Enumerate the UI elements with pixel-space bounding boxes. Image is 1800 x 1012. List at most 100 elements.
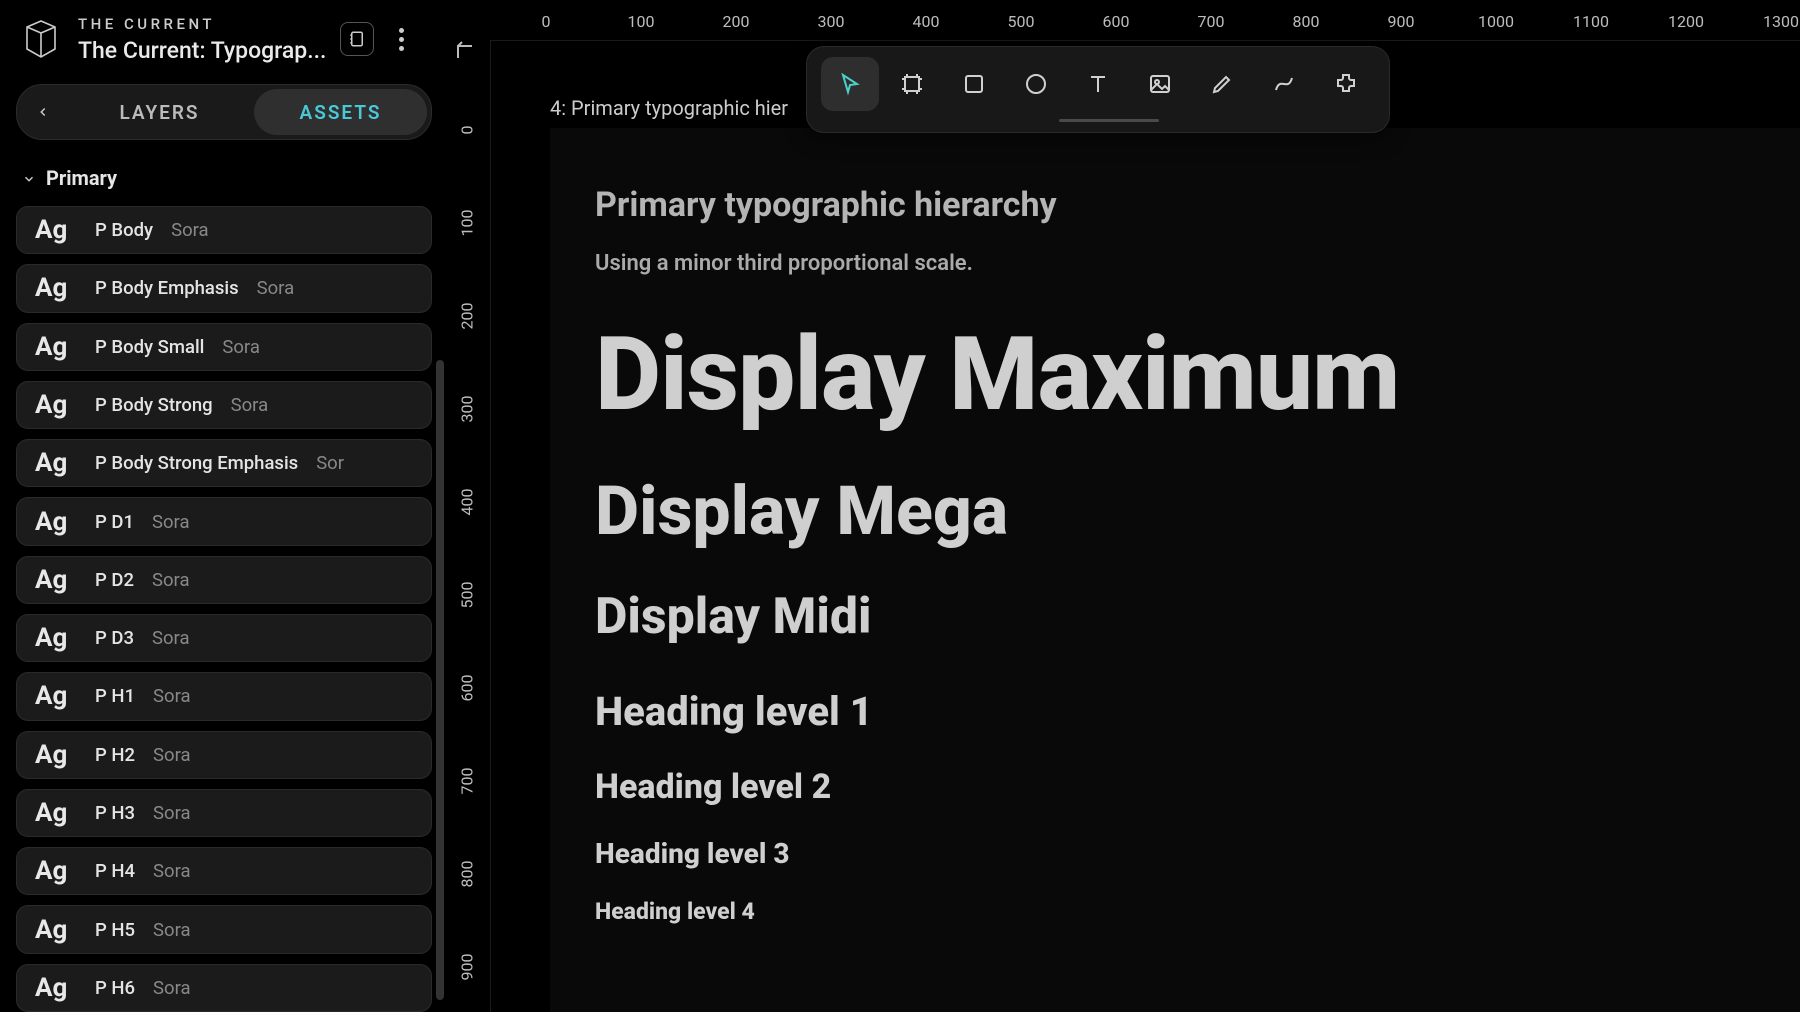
project-name: THE CURRENT: [78, 15, 326, 33]
asset-group-header[interactable]: Primary: [16, 158, 432, 206]
asset-name: P D2: [95, 569, 134, 591]
asset-item[interactable]: AgP Body Strong EmphasisSor: [16, 439, 432, 487]
asset-glyph: Ag: [35, 273, 79, 303]
sidebar-scrollbar[interactable]: [436, 360, 444, 1000]
sidebar-back-button[interactable]: [21, 90, 65, 134]
chevron-down-icon: [22, 171, 36, 185]
ruler-tick: 400: [458, 487, 477, 517]
more-menu-button[interactable]: [384, 22, 418, 56]
ruler-tick: 900: [1388, 12, 1415, 31]
more-icon: [399, 28, 404, 51]
asset-item[interactable]: AgP BodySora: [16, 206, 432, 254]
asset-font: Sora: [171, 219, 209, 241]
sidebar: LAYERS ASSETS Primary Ag P Body Sora Ag P Bo…: [16, 84, 432, 1012]
tool-pointer[interactable]: [821, 57, 879, 111]
ruler-tick: 1000: [1478, 12, 1514, 31]
asset-item[interactable]: Ag P H2 Sora: [16, 731, 432, 779]
tool-ellipse[interactable]: [1007, 57, 1065, 111]
toolbar-indicator: [821, 119, 1375, 122]
asset-glyph: Ag: [35, 681, 79, 711]
asset-item[interactable]: AgP H3Sora: [16, 789, 432, 837]
ruler-tick: 400: [913, 12, 940, 31]
ruler-tick: 300: [818, 12, 845, 31]
toolbar: [806, 46, 1390, 133]
ruler-tick: 600: [458, 673, 477, 703]
sample-display-maximum: Display Maximum: [595, 322, 1756, 426]
tool-plugin[interactable]: [1317, 57, 1375, 111]
asset-font: Sora: [153, 744, 191, 766]
tool-pencil[interactable]: [1193, 57, 1251, 111]
asset-glyph: Ag: [35, 507, 79, 537]
asset-name: P Body Strong: [95, 394, 213, 416]
asset-glyph: Ag: [35, 390, 79, 420]
app-header: THE CURRENT The Current: Typograp...: [0, 0, 434, 78]
asset-item[interactable]: Ag P D3 Sora: [16, 614, 432, 662]
ruler-tick: 1200: [1668, 12, 1704, 31]
asset-item[interactable]: AgP H4Sora: [16, 847, 432, 895]
asset-item[interactable]: AgP H6Sora: [16, 964, 432, 1012]
tool-curve[interactable]: [1255, 57, 1313, 111]
asset-glyph: Ag: [35, 623, 79, 653]
ruler-tick: 1300: [1763, 12, 1799, 31]
ruler-tick: 500: [1008, 12, 1035, 31]
asset-name: P H1: [95, 685, 135, 707]
sample-h1: Heading level 1: [595, 688, 1756, 735]
asset-item[interactable]: Ag P H1 Sora: [16, 672, 432, 720]
asset-item[interactable]: Ag P Body Strong Sora: [16, 381, 432, 429]
asset-item[interactable]: AgP Body EmphasisSora: [16, 264, 432, 312]
tool-image[interactable]: [1131, 57, 1189, 111]
artboard[interactable]: Primary typographic hierarchy Using a mi…: [550, 128, 1800, 1012]
document-name[interactable]: The Current: Typograp...: [78, 37, 326, 64]
asset-glyph: Ag: [35, 856, 79, 886]
asset-font: Sora: [152, 627, 190, 649]
ruler-tick: 800: [458, 859, 477, 889]
ruler-tick: 200: [723, 12, 750, 31]
asset-name: P Body Strong Emphasis: [95, 452, 298, 474]
artboard-label[interactable]: 4: Primary typographic hier: [550, 96, 788, 120]
ruler-tick: 700: [1198, 12, 1225, 31]
tab-assets[interactable]: ASSETS: [254, 89, 427, 135]
sample-display-mega: Display Mega: [595, 476, 1756, 547]
asset-glyph: Ag: [35, 565, 79, 595]
asset-name: P Body Emphasis: [95, 277, 239, 299]
asset-glyph: Ag: [35, 740, 79, 770]
sample-h3: Heading level 3: [595, 837, 1756, 870]
asset-name: P Body Small: [95, 336, 204, 358]
asset-name: P D3: [95, 627, 134, 649]
ruler-tick: 600: [1103, 12, 1130, 31]
ruler-tick: 1100: [1573, 12, 1609, 31]
asset-font: Sora: [152, 569, 190, 591]
tool-text[interactable]: [1069, 57, 1127, 111]
asset-item[interactable]: AgP Body SmallSora: [16, 323, 432, 371]
asset-name: P H2: [95, 744, 135, 766]
tab-layers[interactable]: LAYERS: [73, 89, 246, 135]
asset-font: Sora: [153, 685, 191, 707]
artboard-subtitle: Using a minor third proportional scale.: [595, 251, 1756, 276]
asset-font: Sora: [153, 977, 191, 999]
ruler-origin-icon[interactable]: [454, 40, 478, 64]
tool-frame[interactable]: [883, 57, 941, 111]
ruler-horizontal[interactable]: 0100200300400500600700800900100011001200…: [490, 0, 1800, 40]
ruler-vertical[interactable]: 0100200300400500600700800900: [448, 40, 488, 1012]
asset-glyph: Ag: [35, 332, 79, 362]
notebook-button[interactable]: [340, 22, 374, 56]
ruler-tick: 0: [542, 12, 551, 31]
asset-glyph: Ag: [35, 915, 79, 945]
ruler-tick: 500: [458, 580, 477, 610]
asset-item[interactable]: Ag P D2 Sora: [16, 556, 432, 604]
asset-name: P Body: [95, 219, 153, 241]
sample-h4: Heading level 4: [595, 898, 1756, 925]
sample-display-midi: Display Midi: [595, 591, 1756, 644]
asset-glyph: Ag: [35, 973, 79, 1003]
ruler-tick: 100: [628, 12, 655, 31]
asset-glyph: Ag: [35, 798, 79, 828]
asset-item[interactable]: AgP H5Sora: [16, 905, 432, 953]
asset-font: Sora: [153, 802, 191, 824]
ruler-tick: 700: [458, 766, 477, 796]
asset-item[interactable]: AgP D1Sora: [16, 497, 432, 545]
asset-font: Sora: [231, 394, 269, 416]
artboard-title: Primary typographic hierarchy: [595, 185, 1756, 225]
tool-rectangle[interactable]: [945, 57, 1003, 111]
asset-font: Sor: [316, 452, 344, 474]
app-logo[interactable]: [18, 16, 64, 62]
